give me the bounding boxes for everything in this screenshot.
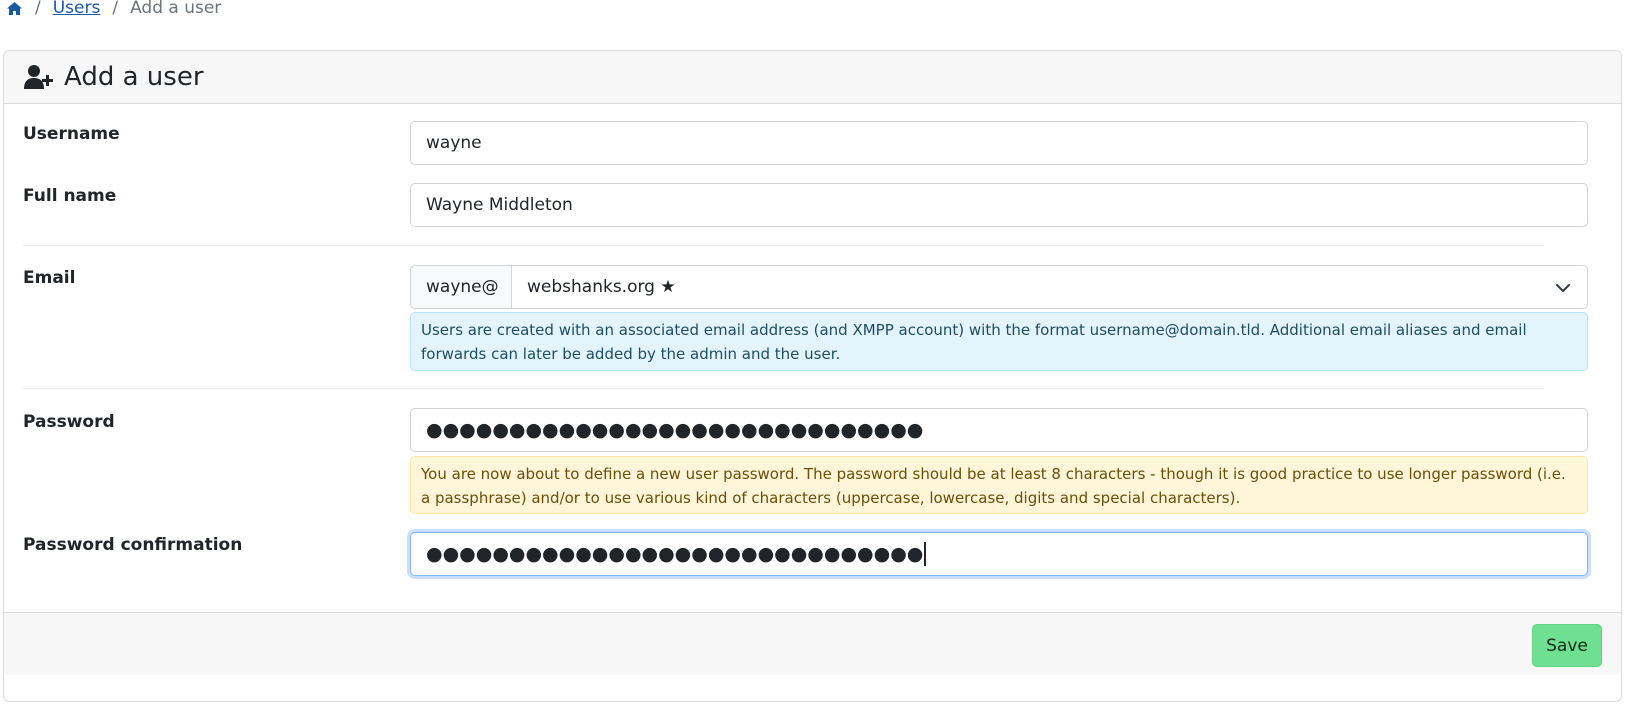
password-confirmation-value: ●●●●●●●●●●●●●●●●●●●●●●●●●●●●●●: [426, 543, 924, 565]
breadcrumb-separator: /: [35, 0, 41, 18]
fullname-value: Wayne Middleton: [426, 195, 573, 215]
card-footer: Save: [4, 612, 1621, 675]
text-caret: [924, 542, 926, 566]
username-input[interactable]: wayne: [410, 121, 1588, 165]
page-title: Add a user: [64, 62, 204, 92]
password-confirmation-label: Password confirmation: [23, 535, 243, 555]
home-icon[interactable]: [6, 0, 23, 17]
password-input[interactable]: ●●●●●●●●●●●●●●●●●●●●●●●●●●●●●●: [410, 408, 1588, 452]
email-prefix: wayne@: [410, 265, 512, 309]
password-confirmation-input[interactable]: ●●●●●●●●●●●●●●●●●●●●●●●●●●●●●●: [410, 532, 1588, 576]
breadcrumb-current: Add a user: [130, 0, 222, 18]
password-label: Password: [23, 412, 115, 432]
breadcrumb-separator: /: [112, 0, 119, 18]
fullname-input[interactable]: Wayne Middleton: [410, 183, 1588, 227]
password-value: ●●●●●●●●●●●●●●●●●●●●●●●●●●●●●●: [426, 419, 924, 441]
save-button[interactable]: Save: [1532, 624, 1602, 667]
email-input-group: wayne@ webshanks.org ★: [410, 265, 1588, 309]
email-domain-select[interactable]: webshanks.org ★: [512, 265, 1588, 309]
chevron-down-icon: [1555, 280, 1571, 296]
breadcrumb-users-link[interactable]: Users: [53, 0, 101, 18]
password-help-alert: You are now about to define a new user p…: [410, 456, 1588, 514]
card-header: Add a user: [4, 51, 1621, 104]
email-domain-value: webshanks.org ★: [527, 277, 676, 297]
email-help-alert: Users are created with an associated ema…: [410, 312, 1588, 371]
breadcrumb: / Users / Add a user: [6, 0, 221, 20]
fullname-label: Full name: [23, 186, 117, 206]
username-label: Username: [23, 124, 120, 144]
section-divider: [23, 388, 1543, 389]
email-label: Email: [23, 268, 76, 288]
user-plus-icon: [24, 64, 54, 90]
section-divider: [23, 245, 1543, 246]
username-value: wayne: [426, 133, 482, 153]
